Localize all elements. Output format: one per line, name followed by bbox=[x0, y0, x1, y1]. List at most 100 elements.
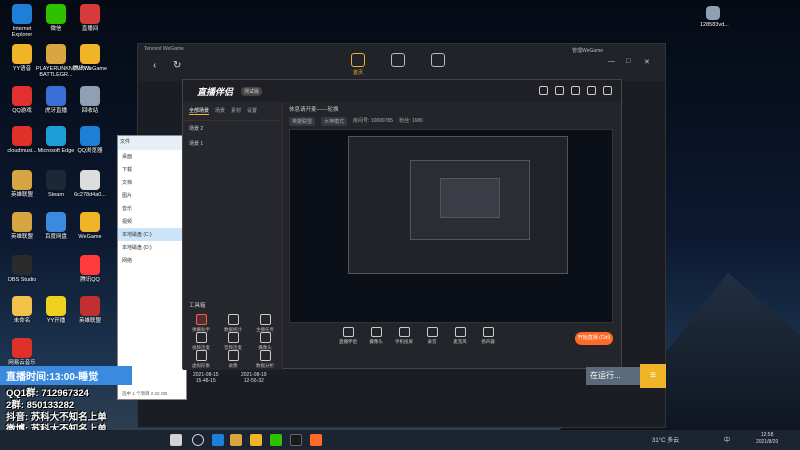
explorer-nav-item[interactable]: 图片 bbox=[118, 189, 186, 202]
taskbar-wegame-icon[interactable] bbox=[250, 434, 262, 446]
file-icon bbox=[80, 170, 100, 190]
tray-date-text: 2021/8/20 bbox=[756, 439, 779, 445]
tool-icon bbox=[195, 314, 207, 325]
tool-item[interactable]: 数据分析 bbox=[251, 350, 279, 369]
live-tabs: 全部场景 场景 素材 设置 bbox=[183, 102, 282, 121]
desktop-item-label: 腾讯QQ bbox=[80, 277, 100, 283]
desktop-item[interactable]: 直播间 bbox=[70, 4, 110, 46]
tool-item[interactable]: 弹幕助手 bbox=[187, 314, 215, 333]
settings-icon[interactable] bbox=[539, 86, 548, 95]
desktop-item[interactable]: 英雄联盟 bbox=[70, 296, 110, 338]
live-tab[interactable]: 设置 bbox=[247, 107, 257, 115]
explorer-nav-item[interactable]: 本地磁盘 (C:) bbox=[118, 228, 186, 241]
close-icon[interactable]: ✕ bbox=[644, 58, 650, 66]
control-label: 麦克风 bbox=[453, 339, 467, 344]
tool-icon bbox=[195, 350, 207, 361]
live-tab[interactable]: 全部场景 bbox=[189, 107, 210, 115]
tool-label: 录像 bbox=[228, 363, 238, 368]
control-button[interactable]: 手机投屏 bbox=[389, 327, 419, 345]
explorer-nav-item[interactable]: 音乐 bbox=[118, 202, 186, 215]
explorer-nav-item[interactable]: 网络 bbox=[118, 254, 186, 267]
file-time: 12-55-32 bbox=[243, 378, 264, 384]
wechat-desktop-icon bbox=[46, 4, 66, 24]
taskbar-edge-icon[interactable] bbox=[212, 434, 224, 446]
close-live-icon[interactable] bbox=[603, 86, 612, 95]
stream-tag[interactable]: 大神模式 bbox=[321, 117, 348, 126]
refresh-icon[interactable]: ↻ bbox=[173, 60, 181, 71]
desktop-item[interactable]: 腾讯QQ bbox=[70, 255, 110, 297]
desktop-item-label: 6c278d4a0... bbox=[74, 192, 106, 198]
scene-item[interactable]: 场景 2 bbox=[183, 121, 282, 136]
tool-item[interactable]: 数据统计 bbox=[219, 314, 247, 333]
tool-item[interactable]: 录像 bbox=[219, 350, 247, 369]
search-icon[interactable] bbox=[192, 434, 204, 446]
taskbar-lol-icon[interactable] bbox=[230, 434, 242, 446]
top-right-file-icon[interactable]: 128583vd... bbox=[700, 6, 729, 48]
tray-clock[interactable]: 12:58 2021/8/20 bbox=[756, 432, 778, 446]
baidu-icon bbox=[46, 212, 66, 232]
stream-tag: 粉丝: 1686 bbox=[399, 118, 423, 124]
taskbar-obs-icon[interactable] bbox=[290, 434, 302, 446]
maximize-icon[interactable]: □ bbox=[626, 58, 630, 65]
control-button[interactable]: 摄像头 bbox=[361, 327, 391, 345]
home-icon[interactable] bbox=[351, 53, 365, 67]
wegame-user[interactable]: 管理WeGame bbox=[572, 47, 603, 54]
explorer-nav-item[interactable]: 文档 bbox=[118, 176, 186, 189]
tool-item[interactable]: 摄像头 bbox=[251, 332, 279, 351]
stream-tag[interactable]: 英雄联盟 bbox=[289, 117, 316, 126]
control-label: 摄像头 bbox=[369, 339, 383, 344]
explorer-title: 文件 bbox=[120, 139, 131, 145]
minimize-icon[interactable]: — bbox=[608, 58, 615, 65]
tray-ime[interactable]: 中 bbox=[724, 435, 730, 444]
desktop-item[interactable]: QQ浏览器 bbox=[70, 126, 110, 168]
control-button[interactable]: 直播伴侣 bbox=[333, 327, 363, 345]
scene-list: 场景 2 场景 1 bbox=[183, 121, 282, 151]
tool-item[interactable]: 音频连麦 bbox=[219, 332, 247, 351]
explorer-header: 文件 bbox=[118, 136, 186, 150]
tool-icon bbox=[259, 350, 271, 361]
explorer-file[interactable]: 2021-08-15 15-48-15 bbox=[193, 372, 219, 384]
stream-title[interactable]: 休息请开麦——轮换 bbox=[289, 105, 339, 113]
overlay-line: QQ1群: 712967324 bbox=[6, 388, 89, 399]
menu-lines-icon[interactable]: ≡ bbox=[640, 364, 666, 388]
scene-item[interactable]: 场景 1 bbox=[183, 136, 282, 151]
store-icon[interactable] bbox=[391, 53, 405, 67]
explorer-nav-item[interactable]: 下载 bbox=[118, 163, 186, 176]
explorer-nav-item[interactable]: 本地磁盘 (D:) bbox=[118, 241, 186, 254]
home-label: 首页 bbox=[353, 70, 364, 76]
file-explorer-window: 文件 桌面 下载 文档 图片 音乐 视频 本地磁盘 (C:) 本地磁盘 (D:) 网络 选中 1… bbox=[117, 135, 187, 400]
desktop-item[interactable]: WeGame bbox=[70, 212, 110, 254]
desktop-item[interactable]: 6c278d4a0... bbox=[70, 170, 110, 212]
minimize-live-icon[interactable] bbox=[587, 86, 596, 95]
tool-item[interactable]: 主播任务 bbox=[251, 314, 279, 333]
tencent-wegame-icon bbox=[80, 44, 100, 64]
desktop-item-label: WeGame bbox=[78, 234, 102, 240]
video-icon[interactable] bbox=[431, 53, 445, 67]
stream-preview bbox=[289, 129, 613, 323]
qq-icon bbox=[12, 86, 32, 106]
control-button[interactable]: 扬声器 bbox=[473, 327, 503, 345]
desktop-item[interactable]: 腾讯WeGame bbox=[70, 44, 110, 86]
control-button[interactable]: 录音 bbox=[417, 327, 447, 345]
taskbar-live-icon[interactable] bbox=[310, 434, 322, 446]
desktop-item[interactable]: 回收站 bbox=[70, 86, 110, 128]
message-icon[interactable] bbox=[555, 86, 564, 95]
back-icon[interactable]: ‹ bbox=[153, 60, 156, 71]
explorer-file[interactable]: 2021-08-19 12-55-32 bbox=[241, 372, 267, 384]
desktop-item[interactable]: OBS Studio bbox=[2, 255, 42, 297]
taskbar-wechat-icon[interactable] bbox=[270, 434, 282, 446]
start-live-button[interactable]: 开始直播 (Ctrl) bbox=[575, 332, 613, 345]
live-time-banner: 直播时间:13:00-睡觉 bbox=[0, 366, 132, 385]
menu-icon[interactable] bbox=[571, 86, 580, 95]
tool-item[interactable]: 视频连麦 bbox=[187, 332, 215, 351]
tray-weather[interactable]: 31°C 多云 bbox=[652, 435, 679, 444]
yy-voice-icon bbox=[12, 44, 32, 64]
tool-item[interactable]: 虚拟形象 bbox=[187, 350, 215, 369]
control-button[interactable]: 麦克风 bbox=[445, 327, 475, 345]
live-tab[interactable]: 场景 bbox=[215, 107, 225, 115]
explorer-nav-item[interactable]: 桌面 bbox=[118, 150, 186, 163]
explorer-nav-item[interactable]: 视频 bbox=[118, 215, 186, 228]
live-tab[interactable]: 素材 bbox=[231, 107, 241, 115]
start-icon[interactable] bbox=[170, 434, 182, 446]
game-icon bbox=[80, 296, 100, 316]
